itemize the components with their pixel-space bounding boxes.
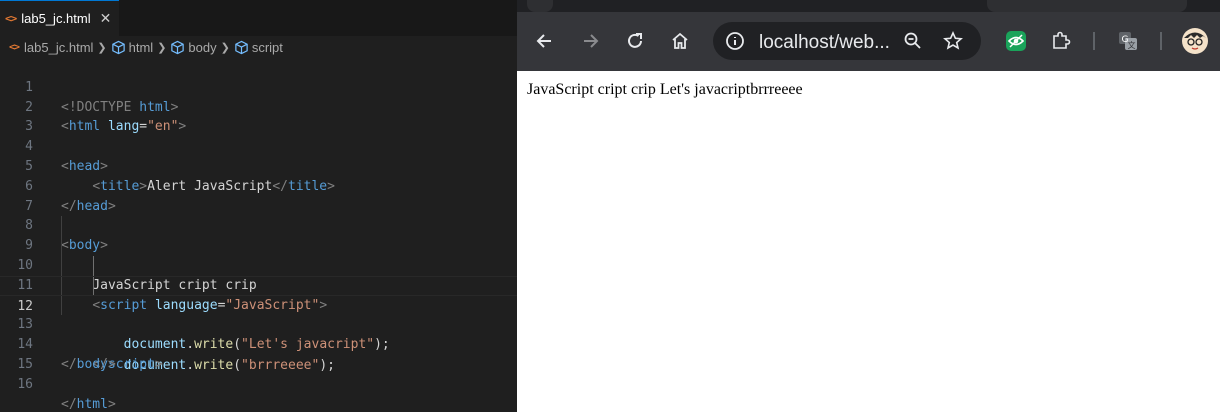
- browser-tab-strip: [517, 0, 1220, 12]
- browser-tab[interactable]: [527, 0, 553, 12]
- code-line: 8 <body>: [0, 197, 517, 253]
- indent-guide: [61, 216, 62, 237]
- editor-tab[interactable]: <> lab5_jc.html ✕: [0, 0, 119, 36]
- reload-icon: [628, 33, 642, 48]
- browser-toolbar: localhost/web... G文: [517, 12, 1220, 71]
- indent-guide: [61, 236, 62, 256]
- back-button[interactable]: [531, 27, 559, 55]
- site-info-icon[interactable]: [725, 31, 745, 51]
- breadcrumb-body[interactable]: body: [170, 39, 217, 55]
- code-line: 11 document.write("Let's javacript");: [0, 255, 517, 352]
- breadcrumb-file-label: lab5_jc.html: [24, 39, 94, 55]
- code-line: 1 <!DOCTYPE html>: [0, 58, 517, 115]
- code-line: 14 </body>: [0, 315, 517, 372]
- code-line: 9 JavaScript cript crip: [0, 216, 517, 293]
- symbol-cube-icon: [111, 40, 125, 54]
- code-line: 7: [0, 177, 517, 214]
- chevron-right-icon: ❯: [157, 41, 167, 54]
- symbol-cube-icon: [235, 40, 248, 54]
- eye-extension-icon: [1006, 31, 1026, 51]
- profile-avatar-icon: [1182, 28, 1208, 54]
- code-line-current: 12 document.write("brrreeee");: [0, 275, 517, 373]
- back-icon: [536, 34, 551, 48]
- close-tab-icon[interactable]: ✕: [100, 10, 112, 27]
- home-button[interactable]: [666, 27, 694, 55]
- code-area[interactable]: 1 <!DOCTYPE html> 2 <html lang="en"> 3 4…: [0, 58, 517, 412]
- code-line: 15: [0, 335, 517, 372]
- indent-guide: [61, 295, 62, 316]
- line-number: 16: [17, 376, 33, 392]
- code-text: </html>: [61, 396, 116, 412]
- breadcrumb-script[interactable]: script: [234, 40, 283, 55]
- url-text[interactable]: localhost/web...: [759, 32, 890, 54]
- chevron-right-icon: ❯: [220, 41, 230, 54]
- html-file-icon: <>: [5, 12, 17, 25]
- indent-guide: [61, 276, 62, 295]
- editor-tab-label: lab5_jc.html: [21, 11, 91, 26]
- symbol-cube-icon: [171, 40, 185, 54]
- translate-icon: G文: [1119, 32, 1137, 50]
- extensions-button[interactable]: [1047, 27, 1075, 55]
- toolbar-divider: [1160, 32, 1162, 50]
- breadcrumb-html-label: html: [128, 39, 154, 55]
- indent-guide-active: [93, 255, 94, 276]
- breadcrumb-script-label: script: [251, 39, 283, 55]
- browser-tab[interactable]: [987, 0, 1187, 12]
- code-line: 3: [0, 98, 517, 134]
- breadcrumb-file[interactable]: <> lab5_jc.html: [9, 40, 93, 55]
- extensions-puzzle-icon: [1053, 31, 1071, 49]
- indent-guide: [61, 255, 62, 276]
- translate-button[interactable]: G文: [1114, 27, 1142, 55]
- bookmark-button[interactable]: [939, 27, 967, 55]
- profile-button[interactable]: [1180, 26, 1210, 56]
- code-line: 2 <html lang="en">: [0, 78, 517, 135]
- breadcrumb: <> lab5_jc.html ❯ html ❯ body ❯ script: [0, 36, 517, 58]
- code-line: 4 <head>: [0, 117, 517, 174]
- code-line: 13 </script>: [0, 295, 517, 372]
- browser-window: localhost/web... G文 JavaScript cript cri…: [517, 0, 1220, 412]
- zoom-button[interactable]: [899, 27, 927, 55]
- eye-extension-button[interactable]: [1002, 27, 1030, 55]
- code-line: 10 <script language="JavaScript">: [0, 236, 517, 313]
- web-page-content: JavaScript cript crip Let's javacriptbrr…: [517, 71, 1220, 412]
- breadcrumb-body-label: body: [188, 39, 217, 55]
- editor-tab-bar: <> lab5_jc.html ✕: [0, 0, 517, 36]
- forward-icon: [584, 34, 599, 48]
- code-line: 16 </html>: [0, 355, 517, 412]
- html-file-icon: <>: [9, 41, 20, 53]
- toolbar-divider: [1093, 32, 1095, 50]
- home-icon: [672, 32, 688, 49]
- svg-text:文: 文: [1128, 40, 1136, 50]
- bookmark-star-icon: [943, 31, 963, 50]
- code-editor: <> lab5_jc.html ✕ <> lab5_jc.html ❯ html…: [0, 0, 517, 412]
- code-line: 5 <title>Alert JavaScript</title>: [0, 137, 517, 194]
- breadcrumb-html[interactable]: html: [111, 39, 154, 55]
- indent-guide-active: [93, 276, 94, 295]
- page-text: JavaScript cript crip Let's javacriptbrr…: [527, 81, 803, 98]
- chevron-right-icon: ❯: [97, 41, 107, 54]
- zoom-out-icon: [904, 32, 921, 49]
- forward-button[interactable]: [576, 27, 604, 55]
- reload-button[interactable]: [621, 27, 649, 55]
- code-line: 6 </head>: [0, 157, 517, 214]
